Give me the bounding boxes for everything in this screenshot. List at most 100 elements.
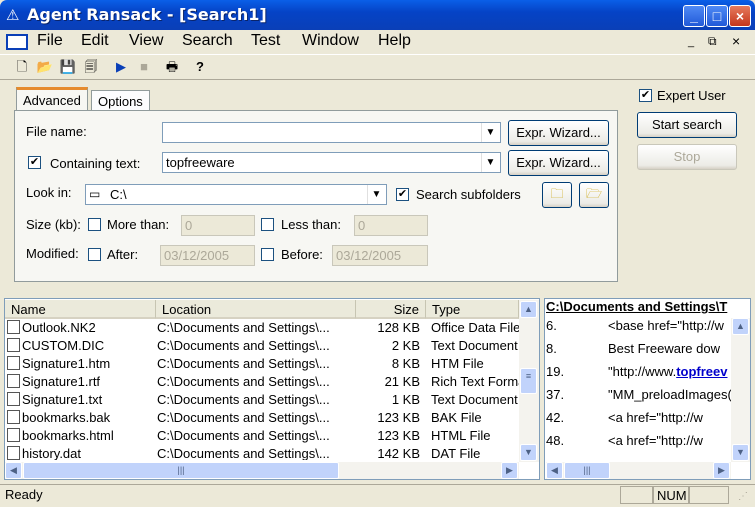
table-row[interactable]: bookmarks.html C:\Documents and Settings\… bbox=[5, 428, 519, 446]
scroll-up-icon[interactable]: ▲ bbox=[520, 301, 537, 318]
table-row[interactable]: history.dat C:\Documents and Settings\...… bbox=[5, 446, 519, 460]
scroll-left-icon[interactable]: ◀ bbox=[5, 462, 22, 479]
menu-test[interactable]: Test bbox=[251, 32, 280, 50]
scroll-thumb[interactable]: ≡ bbox=[520, 368, 537, 394]
results-rows: Outlook.NK2 C:\Documents and Settings\...… bbox=[5, 320, 519, 460]
close-button[interactable]: × bbox=[729, 5, 751, 27]
tab-advanced[interactable]: Advanced bbox=[16, 87, 88, 111]
more-than-checkbox[interactable] bbox=[88, 218, 101, 231]
expr-wizard-button-1[interactable]: Expr. Wizard... bbox=[508, 120, 609, 146]
size-text: 123 KB bbox=[377, 410, 420, 425]
scroll-right-icon[interactable]: ▶ bbox=[713, 462, 730, 479]
column-name[interactable]: Name bbox=[5, 300, 156, 319]
line-text: Best Freeware dow bbox=[608, 341, 720, 356]
cell-type: Office Data File bbox=[431, 320, 519, 335]
maximize-button[interactable]: □ bbox=[706, 5, 728, 27]
mdi-close-icon[interactable]: × bbox=[732, 33, 740, 49]
chevron-down-icon[interactable]: ▼ bbox=[481, 123, 499, 142]
look-in-input[interactable]: C:\ bbox=[85, 184, 387, 205]
help-icon[interactable]: ? bbox=[190, 58, 210, 76]
browse-folder-button[interactable]: 🗀 bbox=[542, 182, 572, 208]
open-icon[interactable]: 📂 bbox=[35, 58, 55, 76]
expert-user-checkbox[interactable]: ✔ bbox=[639, 89, 652, 102]
after-input[interactable]: 03/12/2005 bbox=[160, 245, 255, 266]
table-row[interactable]: Signature1.txt C:\Documents and Settings\… bbox=[5, 392, 519, 410]
file-name-input[interactable] bbox=[162, 122, 501, 143]
expr-wizard-button-2[interactable]: Expr. Wizard... bbox=[508, 150, 609, 176]
menu-help[interactable]: Help bbox=[378, 32, 411, 50]
table-row[interactable]: Outlook.NK2 C:\Documents and Settings\...… bbox=[5, 320, 519, 338]
cell-type: BAK File bbox=[431, 410, 519, 425]
containing-input[interactable]: topfreeware bbox=[162, 152, 501, 173]
browse-folders-button[interactable]: 🗁 bbox=[579, 182, 609, 208]
hscroll-thumb[interactable]: ||| bbox=[23, 462, 339, 479]
document-icon bbox=[6, 34, 28, 50]
less-than-checkbox[interactable] bbox=[261, 218, 274, 231]
cell-name: Signature1.htm bbox=[7, 356, 156, 371]
file-icon bbox=[7, 356, 20, 370]
file-icon bbox=[7, 338, 20, 352]
preview-line: 8. Best Freeware dow bbox=[546, 341, 731, 363]
stop-icon[interactable]: ■ bbox=[134, 58, 154, 76]
scroll-right-icon[interactable]: ▶ bbox=[501, 462, 518, 479]
menu-search[interactable]: Search bbox=[182, 32, 233, 50]
save-all-icon[interactable]: 🗐 bbox=[81, 58, 101, 76]
cell-name: bookmarks.html bbox=[7, 428, 156, 443]
new-icon[interactable]: 🗋 bbox=[12, 58, 32, 76]
menu-file[interactable]: File bbox=[37, 32, 63, 50]
menu-edit[interactable]: Edit bbox=[81, 32, 109, 50]
file-icon bbox=[7, 428, 20, 442]
match-highlight: topfreev bbox=[676, 364, 728, 379]
line-text: <a href="http://w bbox=[608, 410, 703, 425]
more-than-input[interactable]: 0 bbox=[181, 215, 255, 236]
cell-name: bookmarks.bak bbox=[7, 410, 156, 425]
cell-type: HTM File bbox=[431, 356, 519, 371]
after-checkbox[interactable] bbox=[88, 248, 101, 261]
chevron-down-icon[interactable]: ▼ bbox=[367, 185, 385, 204]
chevron-down-icon[interactable]: ▼ bbox=[481, 153, 499, 172]
column-type[interactable]: Type bbox=[426, 300, 519, 319]
table-row[interactable]: bookmarks.bak C:\Documents and Settings\.… bbox=[5, 410, 519, 428]
preview-vscroll[interactable] bbox=[731, 318, 750, 462]
stop-button[interactable]: Stop bbox=[637, 144, 737, 170]
cell-location: C:\Documents and Settings\... bbox=[157, 410, 352, 425]
column-size[interactable]: Size bbox=[356, 300, 426, 319]
column-location[interactable]: Location bbox=[156, 300, 356, 319]
cell-name: Signature1.rtf bbox=[7, 374, 156, 389]
scroll-left-icon[interactable]: ◀ bbox=[546, 462, 563, 479]
play-icon[interactable]: ▶ bbox=[111, 58, 131, 76]
preview-lines: 6. <base href="http://w 8. Best Freeware do… bbox=[546, 318, 731, 462]
mdi-minimize-icon[interactable]: _ bbox=[688, 36, 694, 48]
line-text: "MM_preloadImages('i bbox=[608, 387, 731, 402]
mdi-restore-icon[interactable]: ⧉ bbox=[708, 34, 717, 49]
print-icon[interactable]: 🖶 bbox=[162, 58, 182, 76]
table-row[interactable]: Signature1.htm C:\Documents and Settings\… bbox=[5, 356, 519, 374]
minimize-button[interactable]: _ bbox=[683, 5, 705, 27]
scroll-down-icon[interactable]: ▼ bbox=[732, 444, 749, 461]
scroll-down-icon[interactable]: ▼ bbox=[520, 444, 537, 461]
preview-hscroll-thumb[interactable]: ||| bbox=[564, 462, 610, 479]
type-text: DAT File bbox=[431, 446, 481, 460]
menu-view[interactable]: View bbox=[129, 32, 163, 50]
cell-location: C:\Documents and Settings\... bbox=[157, 338, 352, 353]
before-input[interactable]: 03/12/2005 bbox=[332, 245, 428, 266]
table-row[interactable]: CUSTOM.DIC C:\Documents and Settings\... 2… bbox=[5, 338, 519, 356]
location-text: C:\Documents and Settings\... bbox=[157, 374, 330, 389]
save-icon[interactable]: 💾 bbox=[58, 58, 78, 76]
scroll-up-icon[interactable]: ▲ bbox=[732, 318, 749, 335]
cell-size: 123 KB bbox=[354, 428, 420, 443]
before-checkbox[interactable] bbox=[261, 248, 274, 261]
more-than-label: More than: bbox=[107, 217, 170, 232]
table-row[interactable]: Signature1.rtf C:\Documents and Settings\… bbox=[5, 374, 519, 392]
location-text: C:\Documents and Settings\... bbox=[157, 320, 330, 335]
line-text: <base href="http://w bbox=[608, 318, 724, 333]
less-than-input[interactable]: 0 bbox=[354, 215, 428, 236]
start-search-button[interactable]: Start search bbox=[637, 112, 737, 138]
modified-label: Modified: bbox=[26, 246, 79, 261]
subfolders-checkbox[interactable]: ✔ bbox=[396, 188, 409, 201]
menu-window[interactable]: Window bbox=[302, 32, 359, 50]
size-text: 2 KB bbox=[391, 338, 420, 353]
cell-type: Text Document bbox=[431, 338, 519, 353]
resize-grip-icon[interactable]: ⋰ bbox=[738, 491, 748, 502]
containing-checkbox[interactable]: ✔ bbox=[28, 156, 41, 169]
